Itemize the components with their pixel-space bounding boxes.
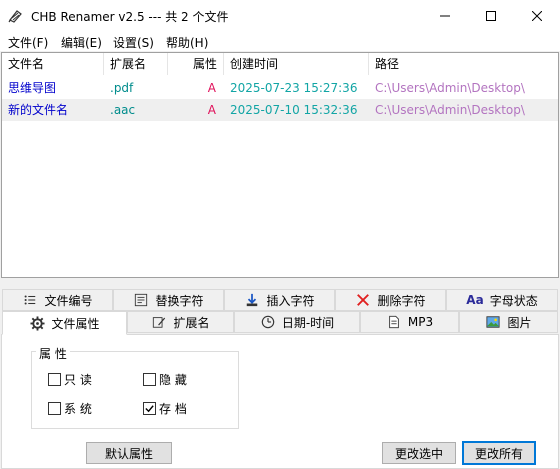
change-selected-button[interactable]: 更改选中 — [382, 442, 456, 464]
tab-file-attributes[interactable]: 文件属性 — [2, 311, 127, 335]
attributes-group — [31, 351, 239, 429]
column-created-time[interactable]: 创建时间 — [224, 53, 369, 75]
cell-extension: .aac — [110, 103, 136, 117]
checkbox-box — [48, 402, 61, 415]
checkmark-icon — [145, 405, 154, 413]
tab-label: 插入字符 — [266, 293, 315, 308]
hidden-checkbox[interactable]: 隐 藏 — [143, 371, 187, 388]
title-bar: CHB Renamer v2.5 --- 共 2 个文件 — [0, 0, 560, 31]
letter-case-icon: Aa — [466, 293, 484, 307]
checkbox-label: 隐 藏 — [159, 373, 187, 387]
tab-label: 替换字符 — [155, 293, 204, 308]
tab-file-number[interactable]: 文件编号 — [2, 289, 113, 311]
checkbox-box — [143, 373, 156, 386]
tab-label: 图片 — [507, 315, 532, 330]
cell-filename: 新的文件名 — [8, 103, 69, 117]
gear-icon — [29, 315, 45, 331]
column-filename[interactable]: 文件名 — [2, 53, 104, 75]
menu-file[interactable]: 文件(F) — [8, 34, 48, 51]
table-row[interactable]: 思维导图 .pdf A 2025-07-23 15:27:36 C:\Users… — [2, 77, 558, 99]
close-button[interactable] — [514, 0, 560, 31]
column-path[interactable]: 路径 — [369, 53, 558, 75]
tab-insert-chars[interactable]: 插入字符 — [224, 289, 335, 311]
minimize-button[interactable] — [422, 0, 468, 31]
cell-created-time: 2025-07-23 15:27:36 — [230, 81, 358, 95]
tab-extension[interactable]: 扩展名 — [127, 311, 234, 333]
tab-delete-chars[interactable]: 删除字符 — [335, 289, 446, 311]
insert-icon — [244, 292, 260, 308]
checkbox-label: 存 档 — [159, 402, 187, 416]
cell-attribute: A — [207, 103, 216, 117]
table-row[interactable]: 新的文件名 .aac A 2025-07-10 15:32:36 C:\User… — [2, 99, 558, 121]
window-title: CHB Renamer v2.5 --- 共 2 个文件 — [31, 10, 229, 24]
column-attribute[interactable]: 属性 — [168, 53, 224, 75]
tab-date-time[interactable]: 日期-时间 — [234, 311, 360, 333]
maximize-button[interactable] — [468, 0, 514, 31]
maximize-icon — [486, 10, 496, 21]
cell-path: C:\Users\Admin\Desktop\ — [375, 81, 525, 95]
file-list-header: 文件名 扩展名 属性 创建时间 路径 — [2, 53, 558, 75]
menu-edit[interactable]: 编辑(E) — [61, 34, 102, 51]
cell-filename: 思维导图 — [8, 81, 57, 95]
minimize-icon — [440, 15, 450, 16]
tab-picture[interactable]: 图片 — [459, 311, 558, 333]
delete-x-icon — [355, 292, 371, 308]
checkbox-box — [143, 402, 156, 415]
checkbox-label: 系 统 — [64, 402, 92, 416]
cell-created-time: 2025-07-10 15:32:36 — [230, 103, 358, 117]
system-checkbox[interactable]: 系 统 — [48, 400, 92, 417]
readonly-checkbox[interactable]: 只 读 — [48, 371, 92, 388]
archive-checkbox[interactable]: 存 档 — [143, 400, 187, 417]
picture-icon — [485, 314, 501, 330]
cell-path: C:\Users\Admin\Desktop\ — [375, 103, 525, 117]
cell-attribute: A — [207, 81, 216, 95]
tab-label: MP3 — [407, 315, 434, 329]
tab-label: 字母状态 — [489, 293, 538, 308]
default-attributes-button[interactable]: 默认属性 — [86, 442, 172, 464]
tab-label: 文件编号 — [44, 293, 93, 308]
tab-label: 日期-时间 — [281, 315, 335, 330]
tab-mp3[interactable]: MP3 — [360, 311, 459, 333]
app-icon — [8, 8, 24, 24]
tab-label: 扩展名 — [173, 315, 210, 330]
checkbox-box — [48, 373, 61, 386]
menu-settings[interactable]: 设置(S) — [113, 34, 154, 51]
list-numbered-icon — [22, 292, 38, 308]
file-list[interactable]: 文件名 扩展名 属性 创建时间 路径 思维导图 .pdf A 2025-07-2… — [1, 52, 559, 278]
close-icon — [532, 10, 542, 21]
column-extension[interactable]: 扩展名 — [104, 53, 168, 75]
clock-icon — [260, 314, 276, 330]
attributes-group-title: 属 性 — [36, 345, 70, 362]
tab-label: 删除字符 — [377, 293, 426, 308]
edit-icon — [151, 314, 167, 330]
tab-replace-chars[interactable]: 替换字符 — [113, 289, 224, 311]
tab-letter-case[interactable]: Aa 字母状态 — [446, 289, 558, 311]
checkbox-label: 只 读 — [64, 373, 92, 387]
menu-help[interactable]: 帮助(H) — [166, 34, 208, 51]
menu-bar: 文件(F) 编辑(E) 设置(S) 帮助(H) — [0, 31, 560, 51]
replace-icon — [133, 292, 149, 308]
tab-label: 文件属性 — [51, 316, 100, 331]
cell-extension: .pdf — [110, 81, 134, 95]
change-all-button[interactable]: 更改所有 — [462, 441, 536, 465]
document-icon — [386, 314, 402, 330]
